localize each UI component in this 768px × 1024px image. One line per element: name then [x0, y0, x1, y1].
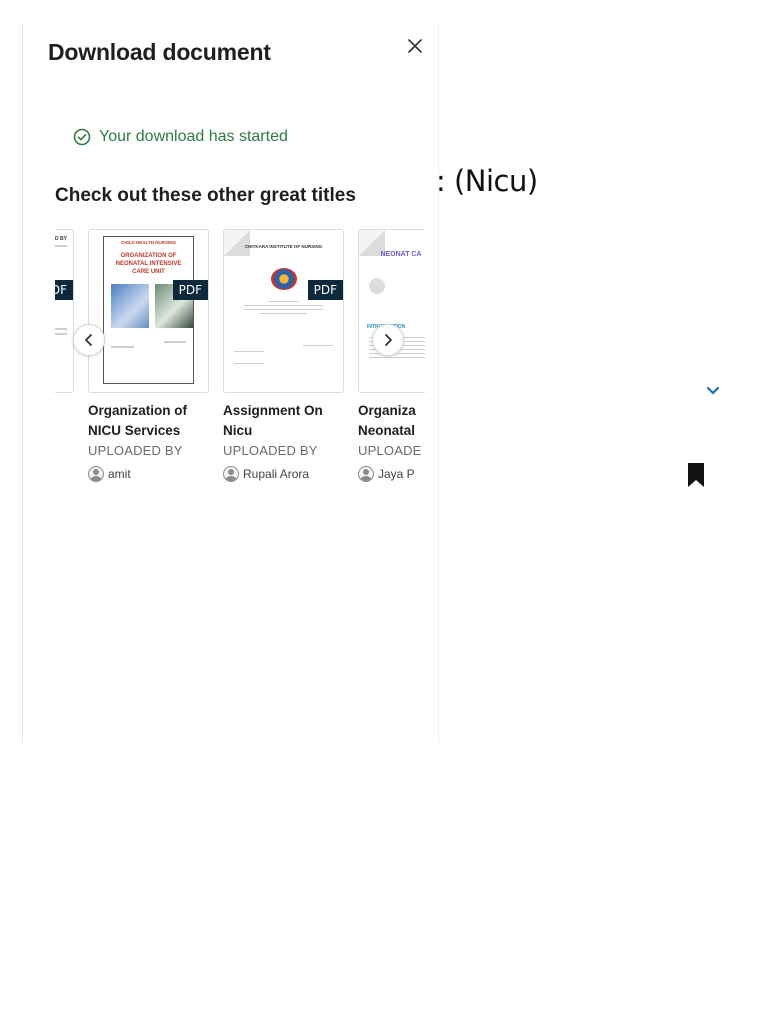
document-card-title: Organization of NICU Services: [88, 403, 187, 438]
uploader: amit: [88, 466, 209, 482]
thumb-heading: NEONAT CA: [380, 251, 422, 258]
avatar-icon: [88, 466, 104, 482]
uploader-name: amit: [108, 467, 131, 481]
uploader-name: Jaya P: [378, 467, 415, 481]
download-modal: Download document Your download has star…: [22, 24, 439, 743]
document-card-title: Organiza Neonatal: [358, 403, 416, 438]
pdf-badge: PDF: [55, 280, 73, 300]
document-card[interactable]: SUBMITTED BY PDF al: [55, 229, 74, 482]
pdf-badge: PDF: [307, 280, 343, 300]
document-card-title: Assignment On Nicu: [223, 403, 323, 438]
uploader: al: [55, 466, 74, 480]
uploaded-by-label: UPLOADED BY: [223, 443, 318, 458]
download-status: Your download has started: [73, 128, 288, 146]
uploader: Rupali Arora: [223, 466, 344, 482]
avatar-icon: [223, 466, 239, 482]
uploaded-by-label: UPLOADE: [358, 443, 422, 458]
avatar-icon: [358, 466, 374, 482]
document-thumbnail[interactable]: CHITKARA INSTITUTE OF NURSING PDF: [223, 229, 344, 393]
document-thumbnail[interactable]: NEONAT CA INTRODUCTION: [358, 229, 425, 393]
modal-title: Download document: [48, 39, 271, 65]
download-status-text: Your download has started: [99, 128, 288, 145]
uploader-name: Rupali Arora: [243, 467, 310, 481]
check-circle-icon: [73, 128, 91, 146]
carousel-next-button[interactable]: [372, 324, 404, 356]
pdf-badge: PDF: [172, 280, 208, 300]
chevron-right-icon: [385, 334, 392, 346]
thumb-header: CHILD HEALTH NURSING: [121, 240, 176, 245]
thumb-header: CHITKARA INSTITUTE OF NURSING: [244, 244, 323, 249]
document-card[interactable]: CHITKARA INSTITUTE OF NURSING PDF Assign…: [223, 229, 344, 482]
thumb-heading: ORGANIZATION OF NEONATAL INTENSIVE CARE …: [115, 253, 182, 275]
document-thumbnail[interactable]: CHILD HEALTH NURSING ORGANIZATION OF NEO…: [88, 229, 209, 393]
uploaded-by-label: UPLOADED BY: [88, 443, 183, 458]
document-title-fragment: : (Nicu): [436, 164, 538, 198]
chevron-down-icon[interactable]: [704, 382, 722, 398]
document-card-title: [55, 401, 74, 441]
carousel-prev-button[interactable]: [73, 324, 105, 356]
carousel-track: SUBMITTED BY PDF al: [55, 229, 425, 482]
recommendations-title: Check out these other great titles: [55, 185, 356, 206]
bookmark-icon[interactable]: [687, 463, 705, 487]
recommendations-carousel: SUBMITTED BY PDF al: [55, 229, 425, 499]
uploaded-by-label: [55, 443, 74, 458]
close-icon[interactable]: [403, 34, 427, 58]
uploader: Jaya P: [358, 466, 425, 482]
document-card[interactable]: CHILD HEALTH NURSING ORGANIZATION OF NEO…: [88, 229, 209, 482]
chevron-left-icon: [85, 334, 92, 346]
document-thumbnail[interactable]: SUBMITTED BY PDF: [55, 229, 74, 393]
